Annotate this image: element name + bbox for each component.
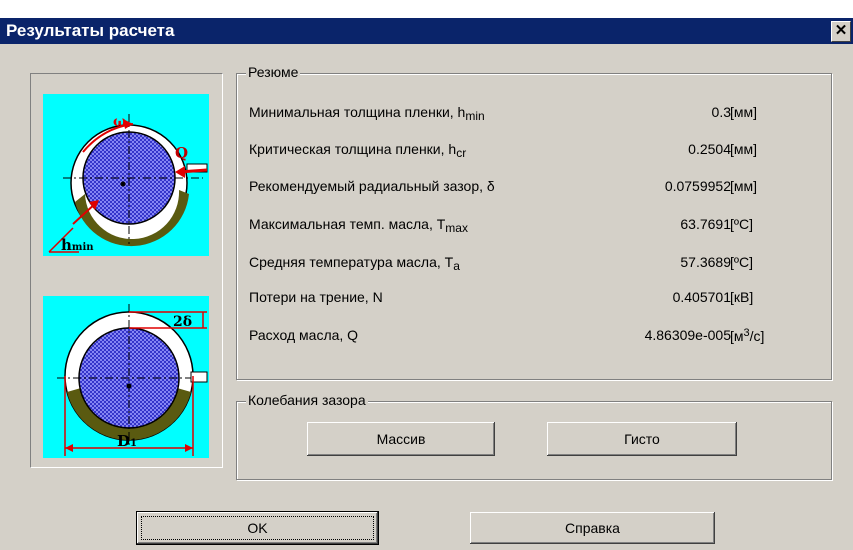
- summary-unit: [мм]: [730, 104, 758, 120]
- ok-button[interactable]: OK: [136, 511, 379, 545]
- window-title: Результаты расчета: [6, 21, 175, 40]
- oscillation-title: Колебания зазора: [246, 392, 368, 408]
- summary-unit: [м3/c]: [730, 327, 765, 344]
- summary-value: 63.7691: [680, 216, 731, 232]
- summary-unit: [мм]: [730, 178, 758, 194]
- help-button-label: Справка: [565, 520, 620, 536]
- summary-value: 0.405701: [672, 289, 731, 305]
- ok-focus-rect: [141, 516, 374, 540]
- bearing-load-svg: ω Q hmin: [48, 114, 208, 254]
- shaft-center: [126, 383, 132, 389]
- summary-unit: [кВ]: [730, 289, 754, 305]
- summary-label: Расход масла, Q: [249, 327, 359, 343]
- bearing-clearance-svg: 2δ D1: [57, 304, 208, 456]
- omega-label: ω: [113, 114, 126, 130]
- summary-label: Рекомендуемый радиальный зазор, δ: [249, 178, 495, 194]
- summary-value: 0.0759952: [664, 178, 731, 194]
- shaft-center: [120, 181, 126, 187]
- summary-label: Потери на трение, N: [249, 289, 383, 305]
- summary-unit: [мм]: [730, 141, 758, 157]
- summary-label: Минимальная толщина пленки, hmin: [249, 104, 485, 123]
- summary-value: 0.2504: [688, 141, 731, 157]
- hmin-label: hmin: [61, 236, 94, 254]
- diameter-arrow-right: [185, 444, 193, 452]
- summary-label: Максимальная темп. масла, Tmax: [249, 216, 468, 235]
- load-label: Q: [175, 144, 188, 162]
- summary-value: 4.86309e-005: [644, 327, 731, 343]
- summary-title: Резюме: [246, 64, 301, 80]
- close-icon[interactable]: [831, 21, 851, 42]
- massive-button[interactable]: Массив: [307, 422, 495, 456]
- clearance-label: 2δ: [173, 314, 192, 330]
- bearing-clearance-diagram: 2δ D1: [43, 296, 209, 458]
- help-button[interactable]: Справка: [470, 512, 715, 544]
- summary-label: Средняя температура масла, Ta: [249, 254, 460, 273]
- bearing-load-diagram: ω Q hmin: [43, 94, 209, 256]
- title-bar: Результаты расчета: [0, 0, 853, 44]
- oscillation-group: Колебания зазора Массив Гисто: [236, 392, 832, 480]
- summary-value: 57.3689: [680, 254, 731, 270]
- summary-label: Критическая толщина пленки, hcr: [249, 141, 467, 160]
- summary-unit: [ºC]: [730, 254, 754, 270]
- summary-group: Резюме Минимальная толщина пленки, hmin …: [236, 64, 832, 380]
- summary-unit: [ºC]: [730, 216, 754, 232]
- histo-button[interactable]: Гисто: [547, 422, 737, 456]
- diameter-arrow-left: [65, 444, 73, 452]
- results-dialog: Результаты расчета ω: [0, 0, 853, 550]
- illustration-panel: ω Q hmin 2δ D1: [30, 73, 223, 468]
- summary-value: 0.3: [711, 104, 731, 120]
